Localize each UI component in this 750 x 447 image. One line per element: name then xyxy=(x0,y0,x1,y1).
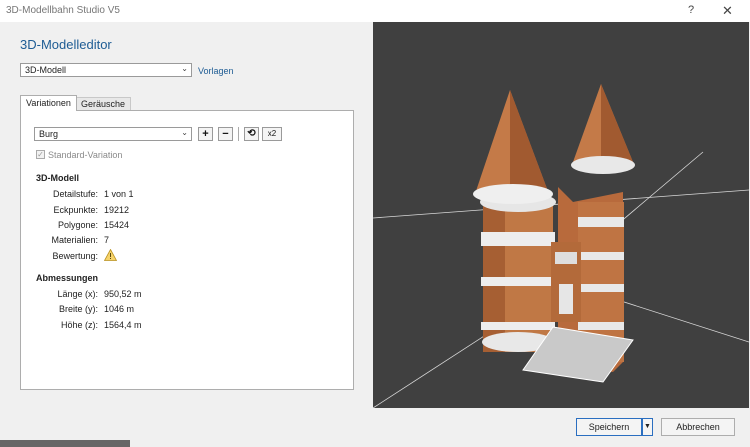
window-title: 3D-Modellbahn Studio V5 xyxy=(6,5,120,16)
polygons-label: Polygone: xyxy=(57,220,98,230)
chevron-down-icon: ⌄ xyxy=(181,64,188,73)
materials-value: 7 xyxy=(104,235,110,245)
model-type-dropdown[interactable]: 3D-Modell ⌄ xyxy=(20,63,192,77)
width-value: 1046 m xyxy=(104,304,135,314)
polygons-value: 15424 xyxy=(104,220,130,230)
toolbar-divider xyxy=(238,127,239,141)
variation-value: Burg xyxy=(39,129,59,139)
rating-label: Bewertung: xyxy=(52,251,98,261)
3d-viewport[interactable] xyxy=(373,22,749,408)
refresh-button[interactable]: ⟲ xyxy=(244,127,259,141)
viewport-scene xyxy=(373,84,749,408)
vertices-label: Eckpunkte: xyxy=(53,205,98,215)
help-button[interactable]: ? xyxy=(688,4,694,16)
remove-variation-button[interactable]: − xyxy=(218,127,233,141)
castle-model xyxy=(473,84,635,383)
cancel-button[interactable]: Abbrechen xyxy=(661,418,735,436)
length-label: Länge (x): xyxy=(57,289,98,299)
standard-variation-label: Standard-Variation xyxy=(48,150,123,160)
standard-variation-checkbox[interactable]: ✓ xyxy=(36,150,45,159)
dimensions-section-title: Abmessungen xyxy=(36,273,99,283)
editor-heading: 3D-Modelleditor xyxy=(20,37,112,52)
detail-level-value: 1 von 1 xyxy=(104,189,134,199)
warning-icon xyxy=(104,249,117,261)
save-button[interactable]: Speichern xyxy=(576,418,642,436)
height-label: Höhe (z): xyxy=(60,320,98,330)
tab-variations[interactable]: Variationen xyxy=(20,95,77,111)
close-button[interactable]: ✕ xyxy=(722,3,733,19)
taskbar-strip xyxy=(0,440,130,447)
vertices-value: 19212 xyxy=(104,205,130,215)
model-type-value: 3D-Modell xyxy=(25,65,67,75)
variation-dropdown[interactable]: Burg ⌄ xyxy=(34,127,192,141)
title-bar: 3D-Modellbahn Studio V5 ? ✕ xyxy=(0,0,750,22)
materials-label: Materialien: xyxy=(51,235,98,245)
length-value: 950,52 m xyxy=(104,289,142,299)
chevron-down-icon: ⌄ xyxy=(181,128,188,137)
double-button[interactable]: x2 xyxy=(262,127,282,141)
tab-sounds[interactable]: Geräusche xyxy=(75,97,132,110)
detail-level-label: Detailstufe: xyxy=(52,189,98,199)
width-label: Breite (y): xyxy=(58,304,98,314)
templates-link[interactable]: Vorlagen xyxy=(198,66,234,76)
add-variation-button[interactable]: + xyxy=(198,127,213,141)
save-options-button[interactable]: ▼ xyxy=(642,418,653,436)
model-section-title: 3D-Modell xyxy=(36,173,80,183)
height-value: 1564,4 m xyxy=(104,320,142,330)
